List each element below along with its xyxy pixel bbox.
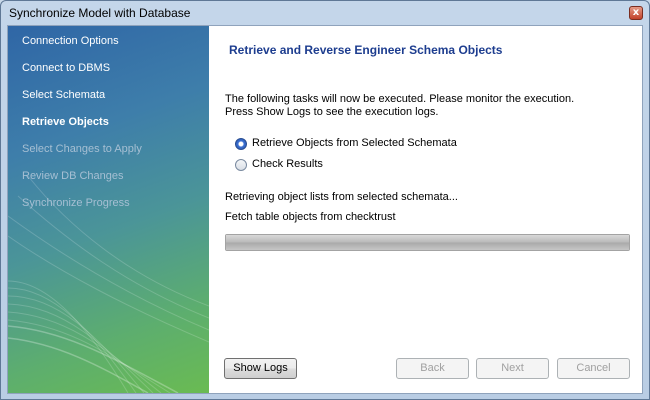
wizard-window: Synchronize Model with Database x Connec… [0, 0, 650, 400]
task-retrieve-objects: Retrieve Objects from Selected Schemata [252, 137, 457, 149]
cancel-label: Cancel [576, 362, 611, 374]
back-label: Back [420, 362, 445, 374]
show-logs-label: Show Logs [233, 362, 288, 374]
wizard-sidebar: Connection Options Connect to DBMS Selec… [8, 26, 209, 393]
wizard-client-area: Connection Options Connect to DBMS Selec… [7, 25, 643, 394]
description-line-2: Press Show Logs to see the execution log… [225, 106, 439, 118]
description-line-1: The following tasks will now be executed… [225, 93, 575, 105]
status-line-1: Retrieving object lists from selected sc… [225, 191, 458, 203]
window-title: Synchronize Model with Database [9, 6, 191, 20]
sidebar-step-review-db-changes: Review DB Changes [22, 170, 124, 182]
task-pending-icon [235, 159, 247, 171]
task-check-results: Check Results [252, 158, 323, 170]
progress-bar [225, 234, 630, 251]
sidebar-step-connect-to-dbms: Connect to DBMS [22, 62, 111, 74]
sidebar-decoration [8, 175, 209, 393]
sidebar-step-synchronize-progress: Synchronize Progress [22, 197, 130, 209]
next-label: Next [501, 362, 524, 374]
back-button[interactable]: Back [396, 358, 469, 379]
status-line-2: Fetch table objects from checktrust [225, 211, 396, 223]
sidebar-step-select-schemata: Select Schemata [22, 89, 106, 101]
title-bar[interactable]: Synchronize Model with Database x [1, 1, 649, 25]
page-title: Retrieve and Reverse Engineer Schema Obj… [229, 43, 503, 57]
task-active-arrow-icon [235, 138, 247, 150]
sidebar-step-connection-options: Connection Options [22, 35, 119, 47]
page-description: The following tasks will now be executed… [225, 93, 574, 119]
wizard-page: Retrieve and Reverse Engineer Schema Obj… [209, 26, 642, 393]
cancel-button[interactable]: Cancel [557, 358, 630, 379]
sidebar-step-select-changes: Select Changes to Apply [22, 143, 142, 155]
close-icon[interactable]: x [629, 6, 643, 20]
next-button[interactable]: Next [476, 358, 549, 379]
show-logs-button[interactable]: Show Logs [224, 358, 297, 379]
sidebar-step-retrieve-objects: Retrieve Objects [22, 116, 109, 128]
progress-bar-fill [226, 235, 629, 250]
